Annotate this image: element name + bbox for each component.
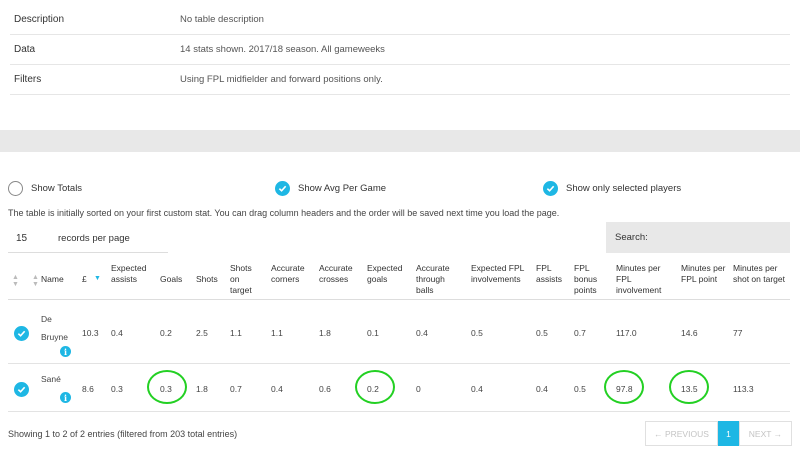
- search-label: Search:: [615, 232, 648, 243]
- info-row-description: Description No table description: [10, 5, 790, 35]
- info-table: Description No table description Data 14…: [10, 5, 790, 95]
- table-row: Sané i 8.6 0.3 0.3 1.8 0.7 0.4 0.6 0.2 0…: [8, 364, 790, 412]
- cell-accurate-corners: 1.1: [271, 328, 283, 338]
- section-divider: [0, 130, 800, 152]
- search-input[interactable]: Search:: [606, 222, 790, 253]
- show-avg-option[interactable]: Show Avg Per Game: [275, 181, 386, 196]
- column-header-expected-fpl-involvements[interactable]: Expected FPL involvements: [471, 263, 536, 285]
- info-label: Data: [14, 44, 36, 55]
- table-header: ▲ ▼ ▲ ▼ Name £ ▼ Expected assists Goals Sh…: [8, 258, 790, 300]
- player-name: Sané: [41, 374, 61, 384]
- checked-icon[interactable]: [543, 181, 558, 196]
- cell-minutes-per-shot-on-target: 113.3: [733, 384, 754, 394]
- checked-icon[interactable]: [275, 181, 290, 196]
- column-header-expected-goals[interactable]: Expected goals: [367, 263, 409, 285]
- cell-expected-assists: 0.4: [111, 328, 123, 338]
- cell-expected-fpl-involvements: 0.5: [471, 328, 483, 338]
- cell-accurate-through-balls: 0: [416, 384, 421, 394]
- info-value: No table description: [180, 14, 264, 25]
- pagination: ← PREVIOUS 1 NEXT →: [645, 421, 792, 446]
- highlight-circle: [147, 370, 187, 404]
- cell-expected-assists: 0.3: [111, 384, 123, 394]
- column-header-goals[interactable]: Goals: [160, 274, 182, 285]
- cell-fpl-assists: 0.5: [536, 328, 548, 338]
- info-icon[interactable]: i: [60, 392, 71, 403]
- sort-arrows-icon[interactable]: ▲ ▼: [12, 274, 19, 288]
- sort-desc-icon[interactable]: ▼: [94, 275, 101, 282]
- column-header-accurate-through-balls[interactable]: Accurate through balls: [416, 263, 461, 296]
- info-icon[interactable]: i: [60, 346, 71, 357]
- column-header-accurate-crosses[interactable]: Accurate crosses: [319, 263, 361, 285]
- highlight-circle: [355, 370, 395, 404]
- cell-shots-on-target: 1.1: [230, 328, 242, 338]
- column-header-expected-assists[interactable]: Expected assists: [111, 263, 155, 285]
- column-header-minutes-per-shot-on-target[interactable]: Minutes per shot on target: [733, 263, 788, 285]
- column-header-shots[interactable]: Shots: [196, 274, 218, 285]
- info-value: Using FPL midfielder and forward positio…: [180, 74, 383, 85]
- option-label: Show Avg Per Game: [298, 183, 387, 194]
- row-select-checkbox[interactable]: [14, 382, 29, 397]
- page-1-button[interactable]: 1: [718, 421, 739, 446]
- cell-minutes-per-shot-on-target: 77: [733, 328, 743, 338]
- table-hint-text: The table is initially sorted on your fi…: [8, 208, 560, 218]
- show-selected-option[interactable]: Show only selected players: [543, 181, 681, 196]
- cell-fpl-bonus-points: 0.5: [574, 384, 586, 394]
- cell-shots: 2.5: [196, 328, 208, 338]
- records-per-page: 15 records per page: [8, 224, 168, 253]
- stats-table: ▲ ▼ ▲ ▼ Name £ ▼ Expected assists Goals Sh…: [8, 258, 790, 412]
- player-name: De Bruyne: [41, 314, 68, 342]
- table-row: De Bruyne i 10.3 0.4 0.2 2.5 1.1 1.1 1.8…: [8, 300, 790, 364]
- next-page-button[interactable]: NEXT →: [739, 421, 792, 446]
- row-select-checkbox[interactable]: [14, 326, 29, 341]
- option-label: Show Totals: [31, 183, 83, 194]
- option-label: Show only selected players: [566, 183, 682, 194]
- info-label: Description: [14, 14, 65, 25]
- cell-accurate-crosses: 1.8: [319, 328, 331, 338]
- cell-minutes-per-fpl-point: 14.6: [681, 328, 698, 338]
- info-value: 14 stats shown. 2017/18 season. All game…: [180, 44, 385, 55]
- column-header-fpl-assists[interactable]: FPL assists: [536, 263, 566, 285]
- cell-accurate-crosses: 0.6: [319, 384, 331, 394]
- column-header-fpl-bonus-points[interactable]: FPL bonus points: [574, 263, 606, 296]
- cell-goals: 0.2: [160, 328, 172, 338]
- cell-shots-on-target: 0.7: [230, 384, 242, 394]
- highlight-circle: [604, 370, 644, 404]
- cell-expected-goals: 0.1: [367, 328, 379, 338]
- unchecked-radio-icon[interactable]: [8, 181, 23, 196]
- show-totals-option[interactable]: Show Totals: [8, 181, 82, 196]
- records-per-page-label: records per page: [58, 232, 130, 244]
- cell-fpl-assists: 0.4: [536, 384, 548, 394]
- column-header-accurate-corners[interactable]: Accurate corners: [271, 263, 313, 285]
- sort-arrows-icon[interactable]: ▲ ▼: [32, 274, 39, 288]
- column-header-minutes-per-fpl-involvement[interactable]: Minutes per FPL involvement: [616, 263, 676, 296]
- records-per-page-select[interactable]: 15: [8, 233, 58, 244]
- entries-info: Showing 1 to 2 of 2 entries (filtered fr…: [8, 429, 238, 439]
- info-row-data: Data 14 stats shown. 2017/18 season. All…: [10, 35, 790, 65]
- column-header-shots-on-target[interactable]: Shots on target: [230, 263, 260, 296]
- column-header-price[interactable]: £: [82, 274, 87, 285]
- previous-page-button[interactable]: ← PREVIOUS: [645, 421, 718, 446]
- cell-price: 10.3: [82, 328, 99, 338]
- cell-expected-fpl-involvements: 0.4: [471, 384, 483, 394]
- info-row-filters: Filters Using FPL midfielder and forward…: [10, 65, 790, 95]
- cell-accurate-corners: 0.4: [271, 384, 283, 394]
- cell-shots: 1.8: [196, 384, 208, 394]
- column-header-name[interactable]: Name: [41, 274, 64, 285]
- column-header-minutes-per-fpl-point[interactable]: Minutes per FPL point: [681, 263, 726, 285]
- cell-minutes-per-fpl-involvement: 117.0: [616, 328, 637, 338]
- info-label: Filters: [14, 74, 42, 85]
- cell-fpl-bonus-points: 0.7: [574, 328, 586, 338]
- cell-price: 8.6: [82, 384, 94, 394]
- cell-accurate-through-balls: 0.4: [416, 328, 428, 338]
- highlight-circle: [669, 370, 709, 404]
